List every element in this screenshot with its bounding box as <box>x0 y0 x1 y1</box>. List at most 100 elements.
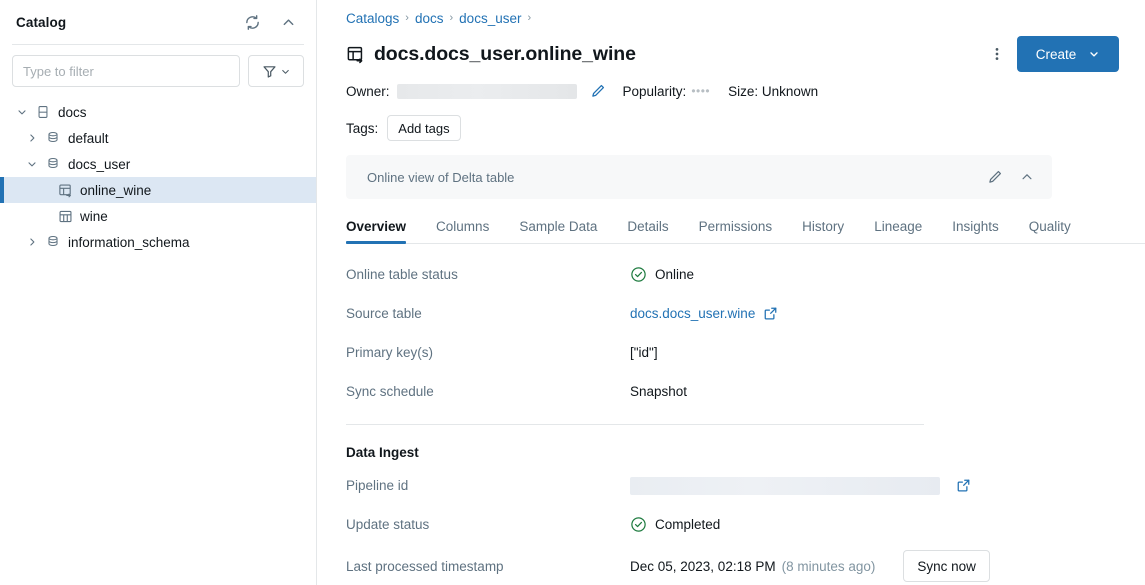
row-value: Dec 05, 2023, 02:18 PM (8 minutes ago) S… <box>630 550 990 582</box>
app-root: Catalog <box>0 0 1145 585</box>
catalog-icon <box>32 105 54 119</box>
tab-details[interactable]: Details <box>627 219 668 243</box>
sidebar-title: Catalog <box>16 15 230 30</box>
sidebar-collapse-icon[interactable] <box>274 8 302 36</box>
chevron-right-icon[interactable] <box>22 236 42 248</box>
owner-value-redacted <box>397 84 577 99</box>
add-tags-button[interactable]: Add tags <box>387 115 460 141</box>
tab-quality[interactable]: Quality <box>1029 219 1071 243</box>
row-label: Sync schedule <box>346 384 630 399</box>
tree-item-docs-user[interactable]: docs_user <box>0 151 316 177</box>
tree-item-label: default <box>68 131 109 146</box>
search-input[interactable] <box>12 55 240 87</box>
online-table-icon <box>54 183 76 198</box>
create-button-label: Create <box>1036 47 1077 62</box>
tree-item-docs[interactable]: docs <box>0 99 316 125</box>
page-title: docs.docs_user.online_wine <box>374 43 983 66</box>
sync-now-button[interactable]: Sync now <box>903 550 990 582</box>
timestamp-relative: (8 minutes ago) <box>782 559 876 574</box>
filter-row <box>0 45 316 99</box>
chevron-down-icon[interactable] <box>22 158 42 170</box>
check-circle-icon <box>630 266 647 283</box>
row-label: Source table <box>346 306 630 321</box>
tab-columns[interactable]: Columns <box>436 219 489 243</box>
source-table-link[interactable]: docs.docs_user.wine <box>630 306 755 321</box>
tab-bar: Overview Columns Sample Data Details Per… <box>346 213 1145 244</box>
section-divider <box>346 424 924 425</box>
status-badge: Online <box>655 267 694 282</box>
sidebar-header: Catalog <box>0 0 316 44</box>
tab-permissions[interactable]: Permissions <box>699 219 773 243</box>
chevron-down-icon <box>280 66 291 77</box>
main-content: Catalogs › docs › docs_user › docs.docs_… <box>317 0 1145 585</box>
breadcrumb: Catalogs › docs › docs_user › <box>346 7 1119 29</box>
row-label: Last processed timestamp <box>346 559 630 574</box>
tab-insights[interactable]: Insights <box>952 219 999 243</box>
collapse-description-chevron-up-icon[interactable] <box>1014 164 1040 190</box>
tree-item-default[interactable]: default <box>0 125 316 151</box>
catalog-tree: docs default <box>0 99 316 263</box>
chevron-right-icon[interactable] <box>22 132 42 144</box>
check-circle-icon <box>630 516 647 533</box>
tree-item-label: information_schema <box>68 235 190 250</box>
edit-owner-pencil-icon[interactable] <box>587 80 609 102</box>
more-vertical-icon[interactable] <box>983 39 1011 69</box>
description-box: Online view of Delta table <box>346 155 1052 199</box>
sidebar-item-online-wine[interactable]: online_wine <box>0 177 316 203</box>
breadcrumb-item-catalogs[interactable]: Catalogs <box>346 11 399 26</box>
create-button[interactable]: Create <box>1017 36 1119 72</box>
schema-icon <box>42 235 64 249</box>
external-link-icon[interactable] <box>956 478 971 493</box>
chevron-down-icon <box>1088 48 1100 60</box>
row-value: Online <box>630 266 694 283</box>
row-value: Snapshot <box>630 384 687 399</box>
funnel-icon <box>262 64 277 79</box>
tab-overview[interactable]: Overview <box>346 219 406 243</box>
tree-item-label: wine <box>80 209 108 224</box>
status-badge: Completed <box>655 517 720 532</box>
tab-sample-data[interactable]: Sample Data <box>519 219 597 243</box>
row-value: Completed <box>630 516 720 533</box>
table-icon <box>54 209 76 224</box>
pipeline-id-redacted <box>630 477 940 495</box>
metadata-row: Owner: Popularity: •••• Size: Unknown <box>346 79 1119 103</box>
tab-history[interactable]: History <box>802 219 844 243</box>
breadcrumb-item-docs[interactable]: docs <box>415 11 444 26</box>
schema-icon <box>42 131 64 145</box>
row-update-status: Update status Completed <box>346 505 1119 544</box>
tab-lineage[interactable]: Lineage <box>874 219 922 243</box>
row-label: Update status <box>346 517 630 532</box>
popularity-value: •••• <box>691 84 710 98</box>
row-label: Online table status <box>346 267 630 282</box>
tree-item-information-schema[interactable]: information_schema <box>0 229 316 255</box>
overview-panel: Online table status Online Source table <box>346 255 1119 585</box>
sidebar-item-wine[interactable]: wine <box>0 203 316 229</box>
row-value: ["id"] <box>630 345 658 360</box>
breadcrumb-separator-icon: › <box>527 13 531 24</box>
breadcrumb-item-docs-user[interactable]: docs_user <box>459 11 521 26</box>
tags-label: Tags: <box>346 121 378 136</box>
refresh-icon[interactable] <box>238 8 266 36</box>
online-table-icon <box>346 45 365 64</box>
row-label: Primary key(s) <box>346 345 630 360</box>
breadcrumb-separator-icon: › <box>405 13 409 24</box>
title-row: docs.docs_user.online_wine Create <box>346 37 1119 71</box>
data-ingest-heading: Data Ingest <box>346 445 1119 460</box>
row-value <box>630 477 971 495</box>
external-link-icon[interactable] <box>763 306 778 321</box>
row-last-processed-timestamp: Last processed timestamp Dec 05, 2023, 0… <box>346 544 1119 585</box>
size-label: Size: Unknown <box>728 84 818 99</box>
chevron-down-icon[interactable] <box>12 106 32 118</box>
catalog-sidebar: Catalog <box>0 0 317 585</box>
popularity-label: Popularity: <box>623 84 687 99</box>
description-text: Online view of Delta table <box>367 170 976 185</box>
row-source-table: Source table docs.docs_user.wine <box>346 294 1119 333</box>
row-value: docs.docs_user.wine <box>630 306 778 321</box>
tree-item-label: online_wine <box>80 183 151 198</box>
tree-item-label: docs <box>58 105 87 120</box>
tags-row: Tags: Add tags <box>346 115 1119 141</box>
edit-description-pencil-icon[interactable] <box>982 164 1008 190</box>
tree-item-label: docs_user <box>68 157 130 172</box>
filter-button[interactable] <box>248 55 304 87</box>
row-primary-keys: Primary key(s) ["id"] <box>346 333 1119 372</box>
